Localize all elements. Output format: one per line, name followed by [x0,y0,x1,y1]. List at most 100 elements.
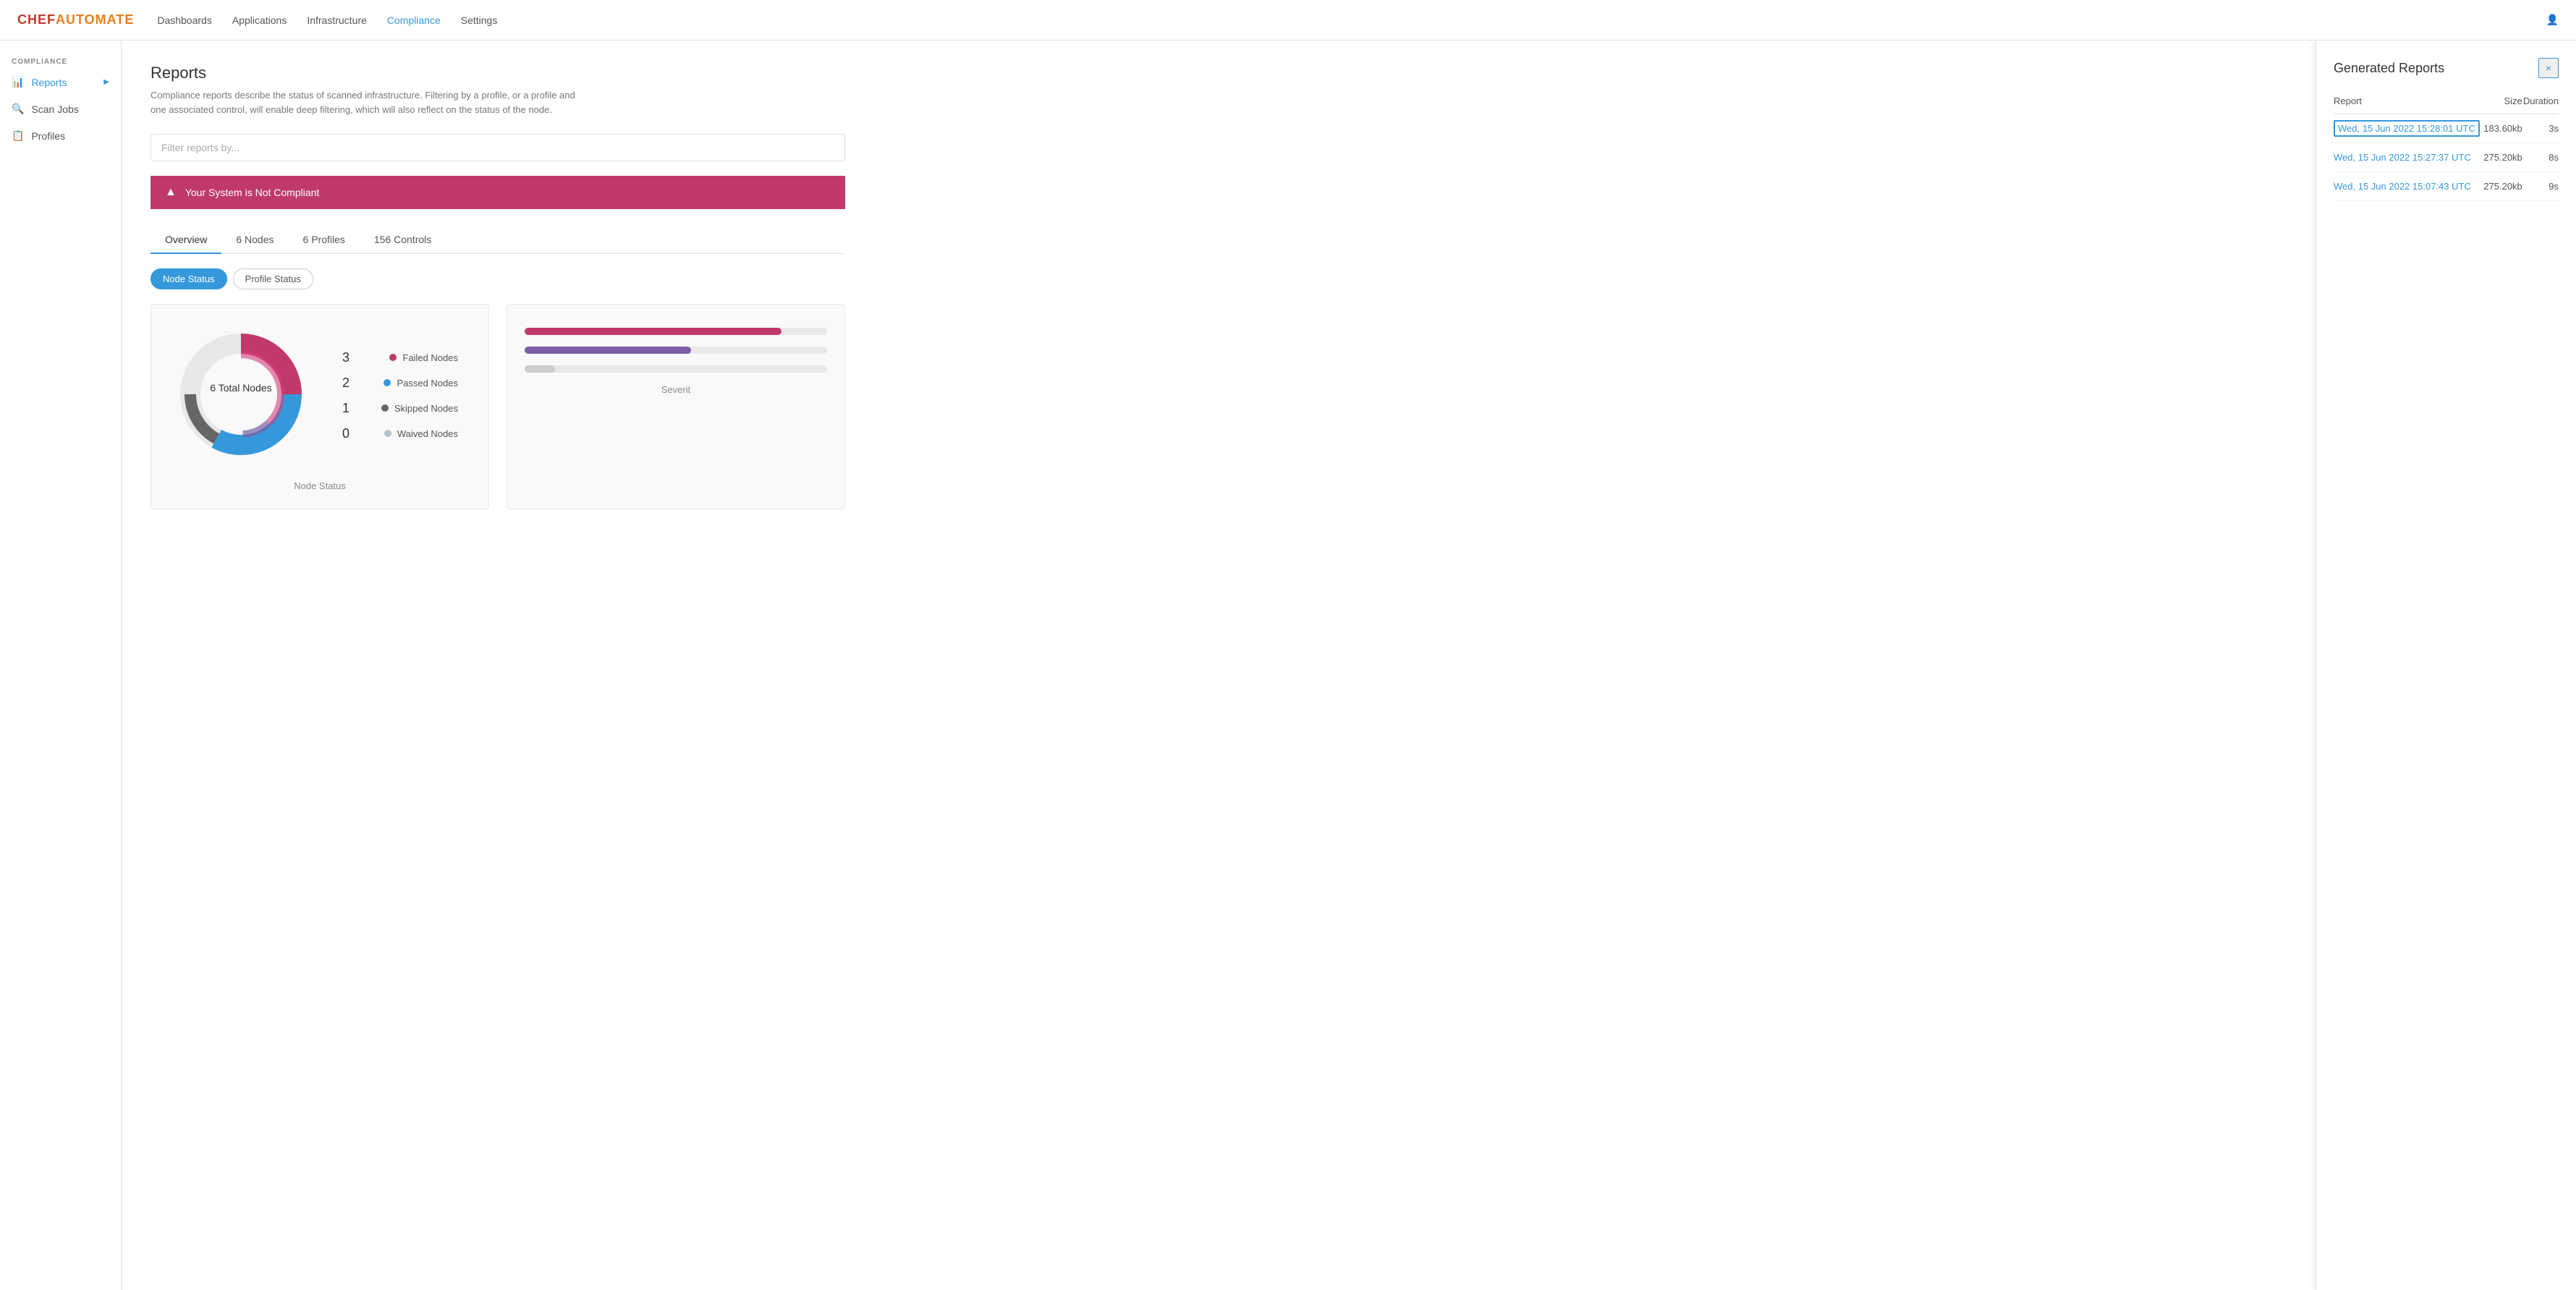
nav-applications[interactable]: Applications [232,12,287,29]
sidebar-item-reports[interactable]: 📊 Reports ▶ [0,69,121,96]
table-row: Wed, 15 Jun 2022 15:28:01 UTC 183.60kb 3… [2334,114,2559,143]
page-subtitle: Compliance reports describe the status o… [151,88,585,116]
bar-fill-1 [525,328,781,335]
profiles-icon: 📋 [12,130,24,142]
reports-table-body: Wed, 15 Jun 2022 15:28:01 UTC 183.60kb 3… [2334,114,2559,201]
reports-icon: 📊 [12,76,24,88]
donut-chart-card: 6 Total Nodes 3 Failed Nodes [151,304,489,509]
bar-fill-3 [525,365,555,373]
legend-waived-dot-label: Waived Nodes [384,428,458,439]
tab-overview[interactable]: Overview [151,226,221,254]
passed-label: Passed Nodes [397,378,458,389]
tab-controls[interactable]: 156 Controls [360,226,446,254]
legend-failed-count: 3 [342,350,349,365]
severity-bar-critical [525,328,827,335]
legend-skipped-dot-label: Skipped Nodes [381,403,458,414]
severity-bar-major [525,347,827,354]
bar-track-2 [525,347,827,354]
report-date-0: Wed, 15 Jun 2022 15:28:01 UTC [2334,114,2483,143]
status-toggle: Node Status Profile Status [151,268,2547,289]
reports-table-head: Report Size Duration [2334,96,2559,114]
nav-infrastructure[interactable]: Infrastructure [307,12,366,29]
top-nav: CHEFAUTOMATE Dashboards Applications Inf… [0,0,2576,41]
nav-user-icon[interactable]: 👤 [2546,14,2559,26]
sidebar-item-scan-jobs[interactable]: 🔍 Scan Jobs [0,96,121,122]
failed-dot [389,354,397,361]
reports-table: Report Size Duration Wed, 15 Jun 2022 15… [2334,96,2559,201]
alert-banner: ▲ Your System is Not Compliant [151,176,845,209]
filter-input[interactable]: Filter reports by... [151,134,845,161]
panel-title: Generated Reports [2334,61,2444,76]
report-duration-1: 8s [2522,143,2559,172]
legend-waived-count: 0 [342,426,349,441]
main-content: Reports Compliance reports describe the … [122,41,2576,1290]
report-link-1[interactable]: Wed, 15 Jun 2022 15:27:37 UTC [2334,152,2471,163]
skipped-dot [381,404,389,412]
severity-bars [525,322,827,373]
severity-bar-minor [525,365,827,373]
legend-skipped: 1 Skipped Nodes [342,401,458,416]
severity-chart-card: Severit [507,304,845,509]
toggle-node-status[interactable]: Node Status [151,268,227,289]
report-size-1: 275.20kb [2483,143,2522,172]
toggle-profile-status[interactable]: Profile Status [233,268,313,289]
report-duration-0: 3s [2522,114,2559,143]
legend-waived: 0 Waived Nodes [342,426,458,441]
sidebar-item-profiles[interactable]: 📋 Profiles [0,122,121,149]
report-size-2: 275.20kb [2483,172,2522,201]
sidebar-item-scan-jobs-label: Scan Jobs [31,103,78,115]
donut-legend: 3 Failed Nodes 2 Passed Nodes [342,350,458,441]
logo: CHEFAUTOMATE [17,12,134,27]
layout: COMPLIANCE 📊 Reports ▶ 🔍 Scan Jobs 📋 Pro… [0,41,2576,1290]
sidebar-arrow-reports: ▶ [103,78,109,86]
bar-track-1 [525,328,827,335]
severity-label: Severit [525,384,827,395]
report-duration-2: 9s [2522,172,2559,201]
sidebar-item-profiles-label: Profiles [31,130,65,142]
svg-text:6 Total Nodes: 6 Total Nodes [210,382,271,394]
reports-panel: Generated Reports × Report Size Duration… [2316,41,2576,1290]
waived-dot [384,430,391,437]
nav-dashboards[interactable]: Dashboards [157,12,212,29]
failed-label: Failed Nodes [402,352,458,363]
report-link-2[interactable]: Wed, 15 Jun 2022 15:07:43 UTC [2334,181,2471,192]
table-row: Wed, 15 Jun 2022 15:07:43 UTC 275.20kb 9… [2334,172,2559,201]
col-duration: Duration [2522,96,2559,114]
alert-icon: ▲ [165,186,177,199]
sidebar-section-label: COMPLIANCE [0,52,121,69]
tab-nodes[interactable]: 6 Nodes [221,226,288,254]
report-date-2: Wed, 15 Jun 2022 15:07:43 UTC [2334,172,2483,201]
report-size-0: 183.60kb [2483,114,2522,143]
legend-passed: 2 Passed Nodes [342,375,458,391]
tab-profiles[interactable]: 6 Profiles [289,226,360,254]
sidebar: COMPLIANCE 📊 Reports ▶ 🔍 Scan Jobs 📋 Pro… [0,41,122,1290]
nav-settings[interactable]: Settings [461,12,498,29]
waived-label: Waived Nodes [397,428,458,439]
report-date-1: Wed, 15 Jun 2022 15:27:37 UTC [2334,143,2483,172]
col-report: Report [2334,96,2483,114]
panel-header: Generated Reports × [2334,58,2559,78]
panel-close-button[interactable]: × [2538,58,2559,78]
donut-chart: 6 Total Nodes [169,322,313,467]
chart-section: 6 Total Nodes 3 Failed Nodes [151,304,845,509]
legend-skipped-count: 1 [342,401,349,416]
alert-text: Your System is Not Compliant [185,187,319,198]
passed-dot [384,379,391,386]
skipped-label: Skipped Nodes [394,403,458,414]
logo-chef: CHEF [17,12,56,27]
page-title: Reports [151,64,2547,82]
donut-svg-wrapper: 6 Total Nodes [169,322,313,469]
reports-table-header-row: Report Size Duration [2334,96,2559,114]
nav-compliance[interactable]: Compliance [387,12,441,29]
logo-automate: AUTOMATE [56,12,134,27]
sidebar-item-reports-label: Reports [31,77,67,88]
legend-passed-dot-label: Passed Nodes [384,378,458,389]
nav-links: Dashboards Applications Infrastructure C… [157,12,2546,29]
report-link-0[interactable]: Wed, 15 Jun 2022 15:28:01 UTC [2334,120,2480,137]
donut-container: 6 Total Nodes 3 Failed Nodes [169,322,471,469]
table-row: Wed, 15 Jun 2022 15:27:37 UTC 275.20kb 8… [2334,143,2559,172]
legend-passed-count: 2 [342,375,349,391]
node-status-label: Node Status [169,480,471,491]
bar-fill-2 [525,347,691,354]
legend-failed-dot-label: Failed Nodes [389,352,458,363]
